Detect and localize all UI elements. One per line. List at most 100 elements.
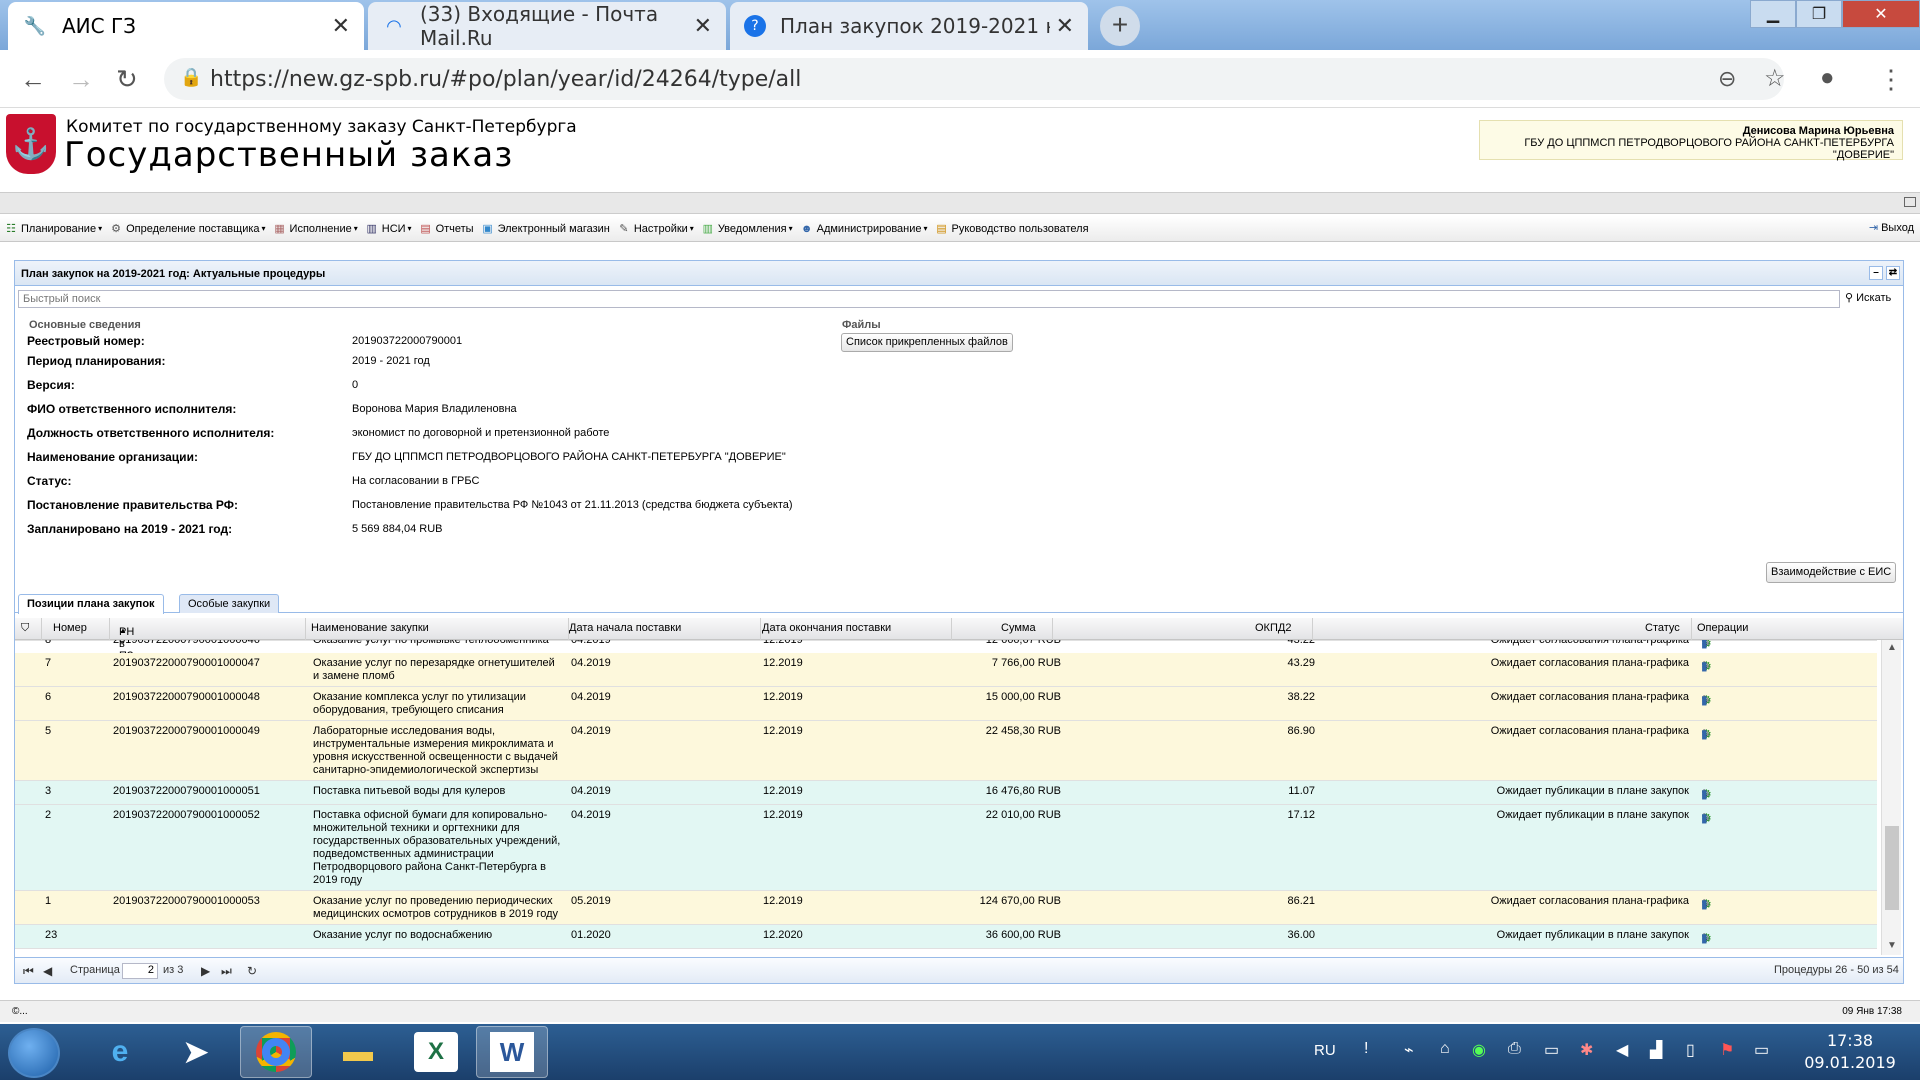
table-row[interactable]: 8 201903722000790001000046 Оказание услуг … xyxy=(15,640,1877,650)
flag-icon[interactable]: ⚑ xyxy=(1720,1040,1734,1060)
close-icon[interactable]: ✕ xyxy=(332,14,350,39)
col-operations[interactable]: Операции xyxy=(1697,622,1748,634)
ie-icon[interactable]: e xyxy=(84,1026,156,1078)
chart-icon[interactable]: ▮ xyxy=(1701,932,1708,945)
app-icon[interactable]: ➤ xyxy=(160,1026,232,1078)
menu-nsi[interactable]: ▥ НСИ ▾ xyxy=(365,222,412,236)
table-row[interactable]: 1 201903722000790001000053 Оказание услуг … xyxy=(15,891,1877,925)
col-okpd2[interactable]: ОКПД2 xyxy=(1255,622,1291,634)
search-button[interactable]: ⚲ Искать xyxy=(1845,291,1891,304)
table-row[interactable]: 7 201903722000790001000047 Оказание услуг … xyxy=(15,653,1877,687)
cell-rn: 201903722000790001000051 xyxy=(113,785,260,797)
scroll-thumb[interactable] xyxy=(1885,826,1899,910)
col-status[interactable]: Статус xyxy=(1645,622,1680,634)
language-indicator[interactable]: RU xyxy=(1314,1042,1336,1059)
tab-special-purchases[interactable]: Особые закупки xyxy=(179,594,280,613)
new-tab-button[interactable]: + xyxy=(1100,6,1140,46)
url-field[interactable]: 🔒 https://new.gz-spb.ru/#po/plan/year/id… xyxy=(164,58,1784,100)
collapse-icon[interactable] xyxy=(1904,197,1916,207)
menu-reports[interactable]: ▤ Отчеты xyxy=(419,222,473,236)
bookmark-star-icon[interactable]: ☆ xyxy=(1764,64,1786,93)
grid-scrollbar[interactable]: ▲ ▼ xyxy=(1881,640,1901,955)
excel-icon[interactable]: X xyxy=(414,1032,458,1072)
start-button[interactable] xyxy=(8,1028,60,1078)
menu-settings[interactable]: ✎ Настройки ▾ xyxy=(617,222,694,236)
tab-plan-positions[interactable]: Позиции плана закупок xyxy=(18,594,164,614)
system-clock[interactable]: 17:38 09.01.2019 xyxy=(1785,1030,1915,1074)
table-row[interactable]: 5 201903722000790001000049 Лабораторные ис… xyxy=(15,721,1877,781)
col-start-date[interactable]: Дата начала поставки xyxy=(569,622,681,634)
refresh-icon[interactable]: ↻ xyxy=(247,964,257,978)
warning-icon[interactable]: ! xyxy=(1364,1040,1368,1058)
quick-search-input[interactable]: Быстрый поиск xyxy=(18,290,1840,308)
minimize-button[interactable]: ▁ xyxy=(1750,0,1796,28)
close-icon[interactable]: ✕ xyxy=(1056,14,1074,39)
chart-icon[interactable]: ▮ xyxy=(1701,812,1708,825)
zoom-icon[interactable]: ⊖ xyxy=(1718,66,1736,92)
col-number[interactable]: Номер xyxy=(53,622,87,634)
device-icon[interactable]: ▯ xyxy=(1686,1040,1695,1060)
exit-button[interactable]: ⇥ Выход xyxy=(1869,221,1914,235)
col-name[interactable]: Наименование закупки xyxy=(311,622,429,634)
chart-icon[interactable]: ▮ xyxy=(1701,694,1708,707)
table-row[interactable]: 2 201903722000790001000052 Поставка офисно… xyxy=(15,805,1877,891)
first-page-icon[interactable]: ⏮ xyxy=(23,964,34,979)
next-page-icon[interactable]: ▶ xyxy=(201,964,210,978)
menu-dots-icon[interactable]: ⋮ xyxy=(1878,64,1904,95)
attached-files-button[interactable]: Список прикрепленных файлов xyxy=(841,333,1013,352)
eis-interaction-button[interactable]: Взаимодействие с ЕИС xyxy=(1766,562,1897,583)
chart-icon[interactable]: ▮ xyxy=(1701,728,1708,741)
last-page-icon[interactable]: ⏭ xyxy=(221,964,232,979)
chart-icon[interactable]: ▮ xyxy=(1701,898,1708,911)
cell-name: Оказание услуг по промывке теплообменник… xyxy=(313,640,549,646)
table-row[interactable]: 3 201903722000790001000051 Поставка питьев… xyxy=(15,781,1877,805)
records-summary: Процедуры 26 - 50 из 54 xyxy=(1774,964,1899,976)
menu-supplier[interactable]: ⚙ Определение поставщика ▾ xyxy=(109,222,265,236)
menu-execution[interactable]: ▦ Исполнение ▾ xyxy=(273,222,357,236)
word-icon[interactable]: W xyxy=(476,1026,548,1078)
col-end-date[interactable]: Дата окончания поставки xyxy=(762,622,891,634)
user-info[interactable]: Денисова Марина Юрьевна ГБУ ДО ЦППМСП ПЕ… xyxy=(1479,120,1903,161)
scroll-down-icon[interactable]: ▼ xyxy=(1887,940,1897,951)
profile-icon[interactable]: ● xyxy=(1820,64,1835,92)
col-sum[interactable]: Сумма xyxy=(1001,622,1036,634)
network-icon[interactable]: ⌁ xyxy=(1404,1040,1414,1060)
power-icon[interactable]: ▭ xyxy=(1754,1040,1769,1060)
monitor-icon[interactable]: ▭ xyxy=(1544,1040,1559,1060)
refresh-panel-icon[interactable]: ⇄ xyxy=(1886,266,1900,280)
chart-icon[interactable]: ▮ xyxy=(1701,640,1708,650)
menu-guide[interactable]: ▤ Руководство пользователя xyxy=(935,222,1088,236)
filter-clear-icon[interactable]: ⛉ xyxy=(21,622,29,635)
chart-icon[interactable]: ▮ xyxy=(1701,788,1708,801)
back-icon[interactable]: ← xyxy=(20,64,46,95)
menu-planning[interactable]: ☷ Планирование ▾ xyxy=(4,222,102,236)
wifi-icon[interactable]: ◉ xyxy=(1472,1040,1486,1060)
browser-tab-ais[interactable]: 🔧 АИС ГЗ ✕ xyxy=(8,2,364,50)
chart-icon[interactable]: ▮ xyxy=(1701,660,1708,673)
chrome-icon[interactable] xyxy=(240,1026,312,1078)
explorer-icon[interactable]: ▬ xyxy=(322,1026,394,1078)
antivirus-icon[interactable]: ✱ xyxy=(1580,1040,1593,1060)
cell-sum: 15 000,00 RUB xyxy=(985,691,1061,703)
cell-status: Ожидает публикации в плане закупок xyxy=(1496,929,1689,941)
table-row[interactable]: 6 201903722000790001000048 Оказание компле… xyxy=(15,687,1877,721)
prev-page-icon[interactable]: ◀ xyxy=(43,964,52,978)
close-icon[interactable]: ✕ xyxy=(694,14,712,39)
minimize-panel-icon[interactable]: – xyxy=(1869,266,1883,280)
menu-admin[interactable]: ☻ Администрирование ▾ xyxy=(800,222,928,236)
menu-eshop[interactable]: ▣ Электронный магазин xyxy=(481,222,609,236)
window-close-button[interactable]: ✕ xyxy=(1842,0,1920,28)
maximize-button[interactable]: ❐ xyxy=(1796,0,1842,28)
browser-tab-mail[interactable]: ◠ (33) Входящие - Почта Mail.Ru ✕ xyxy=(368,2,726,50)
reload-icon[interactable]: ↻ xyxy=(116,64,138,95)
page-number-input[interactable]: 2 xyxy=(122,963,158,979)
forward-icon[interactable]: → xyxy=(68,64,94,95)
signal-icon[interactable]: ▟ xyxy=(1650,1040,1662,1060)
table-row[interactable]: 23 Оказание услуг по водоснабжению 01.2020… xyxy=(15,925,1877,949)
printer-icon[interactable]: ⎙ xyxy=(1508,1040,1521,1058)
menu-notifications[interactable]: ▥ Уведомления ▾ xyxy=(701,222,793,236)
scroll-up-icon[interactable]: ▲ xyxy=(1887,642,1897,653)
volume-icon[interactable]: ◀ xyxy=(1616,1040,1628,1060)
browser-tab-plan[interactable]: ? План закупок 2019-2021 не ухо ✕ xyxy=(730,2,1088,50)
lock-tray-icon[interactable]: ⌂ xyxy=(1440,1040,1450,1058)
